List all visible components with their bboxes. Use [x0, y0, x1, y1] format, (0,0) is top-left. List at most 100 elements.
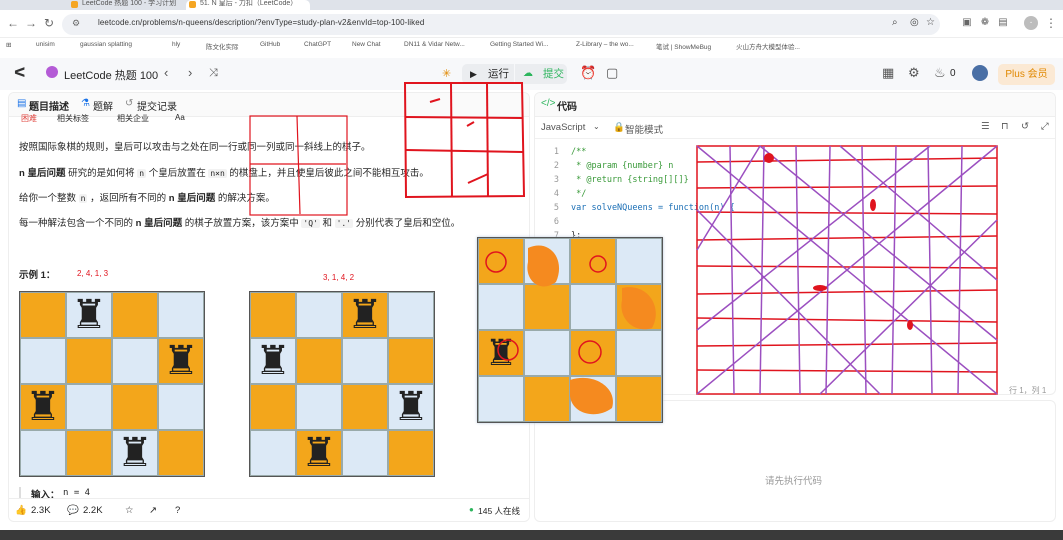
board-cell	[524, 238, 570, 284]
user-avatar[interactable]	[972, 65, 988, 81]
board-cell	[296, 338, 342, 384]
board-cell	[570, 376, 616, 422]
fullscreen-icon[interactable]: ⤢	[1041, 121, 1049, 132]
comment-icon[interactable]: 💬	[67, 505, 79, 516]
board-cell	[66, 338, 112, 384]
bookmark-item[interactable]: DN11 & Vidar Netw...	[404, 41, 465, 48]
format-icon[interactable]: ☰	[981, 121, 990, 132]
bookmark-item[interactable]: GitHub	[260, 41, 280, 48]
browser-tab-active[interactable]: 51. N 皇后 - 力扣（LeetCode）	[186, 0, 310, 10]
bookmark-item[interactable]: 火山方舟大模型体验...	[736, 41, 800, 51]
prev-problem-icon[interactable]: ‹	[164, 65, 168, 81]
back-icon[interactable]: ←	[6, 16, 20, 30]
font-size-chip[interactable]: Aa	[175, 113, 185, 122]
chevron-down-icon[interactable]: ⌄	[593, 122, 600, 131]
board-cell	[388, 292, 434, 338]
cursor-position: 行 1，列 1	[1009, 386, 1047, 395]
related-tags-chip[interactable]: 相关标签	[57, 113, 89, 124]
plus-member-button[interactable]: Plus 会员	[998, 64, 1055, 85]
layout-icon[interactable]: ▦	[882, 65, 894, 81]
difficulty-badge: 困难	[21, 114, 37, 123]
star-icon[interactable]: ☆	[926, 17, 935, 28]
url-field[interactable]: ⚙ leetcode.cn/problems/n-queens/descript…	[62, 14, 940, 35]
board-cell	[388, 430, 434, 476]
smart-mode-label[interactable]: 智能模式	[625, 122, 663, 136]
share-icon[interactable]: ↗	[149, 505, 157, 516]
extension-icon[interactable]: ❁	[978, 16, 992, 30]
board-cell	[342, 384, 388, 430]
bookmark-item[interactable]: Getting Started Wi...	[490, 41, 549, 48]
problem-panel: ▤ 题目描述 ⚗ 题解 ↺ 提交记录 困难 相关标签 相关企业 Aa 按照国际象…	[8, 92, 530, 522]
board-cell	[296, 384, 342, 430]
related-companies-chip[interactable]: 相关企业	[117, 113, 149, 124]
tab-code[interactable]: 代码	[557, 98, 577, 113]
study-plan-title[interactable]: LeetCode 热题 100	[64, 67, 158, 83]
forward-icon[interactable]: →	[24, 16, 38, 30]
code-line[interactable]: 6	[535, 215, 1055, 229]
language-select[interactable]: JavaScript	[541, 122, 585, 133]
alarm-icon[interactable]: ⏰	[580, 65, 596, 81]
profile-avatar-icon[interactable]: ·	[1024, 16, 1038, 30]
description-para-3: 给你一个整数 n ，返回所有不同的 n 皇后问题 的解决方案。	[19, 193, 275, 204]
annotation-board: ♜	[477, 237, 663, 423]
tab-description[interactable]: 题目描述	[29, 98, 69, 113]
url-text: leetcode.cn/problems/n-queens/descriptio…	[98, 18, 425, 27]
board-cell	[158, 430, 204, 476]
notif-count: 0	[950, 68, 956, 79]
description-para-2: n 皇后问题 研究的是如何将 n 个皇后放置在 n×n 的棋盘上，并且使皇后彼此…	[19, 168, 429, 179]
next-problem-icon[interactable]: ›	[188, 65, 192, 81]
apps-icon[interactable]: ⊞	[6, 41, 11, 49]
favorite-star-icon[interactable]: ☆	[125, 505, 134, 516]
queen-icon: ♜	[393, 385, 429, 429]
study-plan-icon	[46, 66, 58, 78]
eye-off-icon[interactable]: ◎	[910, 17, 919, 28]
board-cell	[616, 376, 662, 422]
debug-icon[interactable]: ✳	[442, 66, 451, 82]
board-cell: ♜	[388, 384, 434, 430]
bookmark-icon[interactable]: ⊓	[1001, 121, 1008, 132]
bookmark-item[interactable]: ChatGPT	[304, 41, 331, 48]
board-cell	[524, 376, 570, 422]
extension-icon[interactable]: ▣	[960, 16, 974, 30]
run-button[interactable]: ▶ 运行	[462, 64, 514, 84]
board-cell	[20, 292, 66, 338]
bookmark-item[interactable]: 陈文化实际	[206, 41, 239, 51]
bookmark-item[interactable]: hly	[172, 41, 180, 48]
site-info-icon[interactable]: ⚙	[72, 18, 80, 29]
tab-solutions[interactable]: 题解	[93, 98, 113, 113]
board-cell: ♜	[296, 430, 342, 476]
board-cell	[66, 430, 112, 476]
queen-icon: ♜	[255, 339, 291, 383]
description-tab-icon: ▤	[17, 98, 27, 109]
submit-button[interactable]: ☁ 提交	[515, 64, 567, 84]
reload-icon[interactable]: ↻	[42, 16, 56, 30]
favicon-icon	[71, 1, 78, 8]
fire-icon[interactable]: ♨	[934, 65, 946, 81]
settings-gear-icon[interactable]: ⚙	[908, 65, 920, 81]
board-cell	[388, 338, 434, 384]
extension-icon[interactable]: ▤	[996, 16, 1010, 30]
leetcode-logo-icon[interactable]: ᐸ	[14, 65, 26, 81]
bookmark-item[interactable]: Z-Library – the wo...	[576, 41, 634, 48]
bookmark-item[interactable]: New Chat	[352, 41, 381, 48]
zoom-icon[interactable]: ⌕	[892, 17, 898, 28]
code-icon: </>	[541, 98, 556, 109]
code-line[interactable]: 2 * @param {number} n	[535, 159, 1055, 173]
thumbs-up-icon[interactable]: 👍	[15, 505, 27, 516]
code-line[interactable]: 3 * @return {string[][]}	[535, 173, 1055, 187]
code-line[interactable]: 1/**	[535, 145, 1055, 159]
board-cell	[250, 384, 296, 430]
queen-icon: ♜	[163, 339, 199, 383]
code-line[interactable]: 4 */	[535, 187, 1055, 201]
menu-icon[interactable]: ⋮	[1044, 16, 1058, 30]
tab-submissions[interactable]: 提交记录	[137, 98, 177, 113]
code-line[interactable]: 5 var solveNQueens = function(n) {	[535, 201, 1055, 215]
bookmark-item[interactable]: gaussian splatting	[80, 41, 132, 48]
shuffle-icon[interactable]: ⤨	[209, 65, 218, 81]
browser-tab[interactable]: LeetCode 热题 100 - 学习计划	[68, 0, 180, 10]
note-icon[interactable]: ▢	[606, 65, 618, 81]
help-icon[interactable]: ?	[175, 505, 180, 516]
reset-icon[interactable]: ↺	[1021, 121, 1029, 132]
bookmark-item[interactable]: 笔试 | ShowMeBug	[656, 41, 711, 51]
bookmark-item[interactable]: unisim	[36, 41, 55, 48]
